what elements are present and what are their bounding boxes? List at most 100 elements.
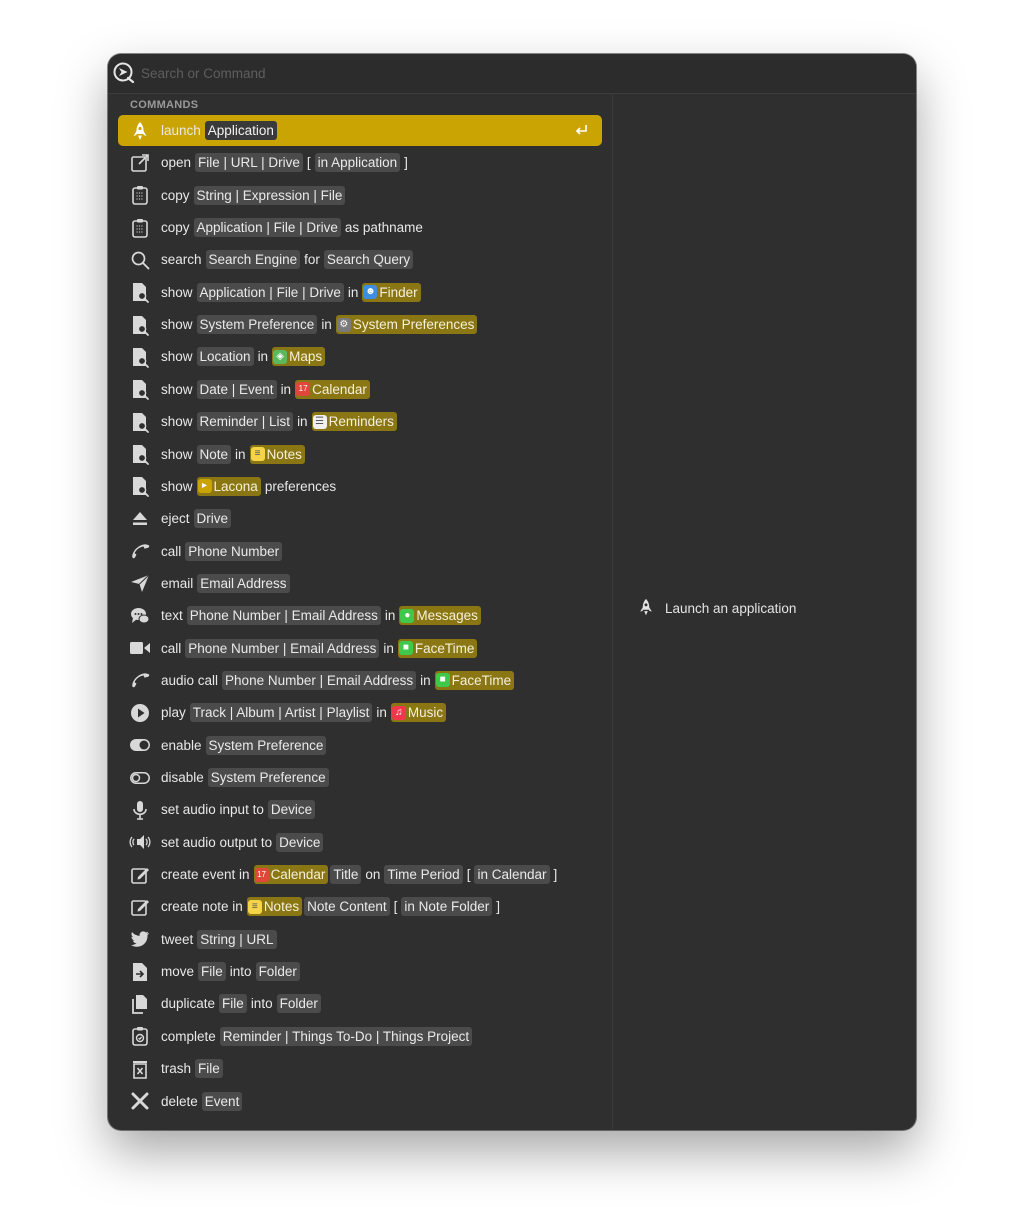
argument-placeholder: File <box>195 1059 223 1079</box>
facetime-icon: ■ <box>398 641 413 656</box>
paper-plane-icon <box>129 573 150 594</box>
command-row[interactable]: disable System Preference <box>118 762 602 793</box>
command-row[interactable]: show Note in ≡ Notes <box>118 439 602 470</box>
video-camera-icon <box>129 638 150 659</box>
command-row[interactable]: email Email Address <box>118 568 602 599</box>
command-row[interactable]: call Phone Number | Email Address in ■ FaceT… <box>118 633 602 664</box>
command-text: move File into Folder <box>158 962 301 982</box>
command-row[interactable]: show Application | File | Drive in ☻ Finder <box>118 277 602 308</box>
section-header: COMMANDS <box>130 99 199 111</box>
command-text: set audio input to Device <box>158 800 316 820</box>
command-keyword: delete <box>161 1093 198 1109</box>
command-row[interactable]: duplicate File into Folder <box>118 988 602 1019</box>
app-chip: ≡ Notes <box>249 444 305 464</box>
command-text: show Date | Event in 17 Calendar <box>158 379 371 399</box>
command-row[interactable]: copy Application | File | Drive as pathnam… <box>118 212 602 243</box>
toggle-on-icon <box>129 735 150 756</box>
command-keyword: in <box>420 672 431 688</box>
app-name: Maps <box>289 349 323 365</box>
command-text: call Phone Number <box>158 541 283 561</box>
notes-icon: ≡ <box>250 447 265 461</box>
command-keyword: in <box>383 640 394 656</box>
command-row[interactable]: play Track | Album | Artist | Playlist in ♫… <box>118 697 602 728</box>
argument-placeholder: Title <box>330 865 362 885</box>
command-keyword: enable <box>161 737 202 753</box>
argument-placeholder: Phone Number | Email Address <box>222 670 417 690</box>
command-row[interactable]: move File into Folder <box>118 956 602 987</box>
command-row[interactable]: complete Reminder | Things To-Do | Things… <box>118 1021 602 1052</box>
command-row[interactable]: audio call Phone Number | Email Address in… <box>118 665 602 696</box>
command-row[interactable]: launch Application <box>118 115 602 146</box>
command-row[interactable]: show ▸ Lacona preferences <box>118 471 602 502</box>
command-text: complete Reminder | Things To-Do | Things… <box>158 1026 473 1046</box>
command-keyword: set audio input to <box>161 802 264 818</box>
argument-placeholder: Folder <box>276 994 321 1014</box>
finder-icon: ☻ <box>363 285 378 300</box>
command-row[interactable]: set audio output to Device <box>118 827 602 858</box>
document-search-icon <box>129 346 150 368</box>
command-text: show Application | File | Drive in ☻ Finder <box>158 282 422 302</box>
command-row[interactable]: call Phone Number <box>118 536 602 567</box>
app-name: Finder <box>379 284 418 300</box>
app-name: Reminders <box>328 414 394 430</box>
command-text: copy Application | File | Drive as pathnam… <box>158 218 426 238</box>
argument-placeholder: File | URL | Drive <box>195 153 303 173</box>
command-row[interactable]: search Search Engine for Search Query <box>118 244 602 275</box>
toggle-off-icon <box>129 767 150 788</box>
command-text: show System Preference in ⚙ System Preferenc… <box>158 315 478 335</box>
command-row[interactable]: show Reminder | List in ☰ Reminders <box>118 406 602 437</box>
command-row[interactable]: create event in 17 Calendar Title on Time Per… <box>118 859 602 890</box>
command-text: trash File <box>158 1059 224 1079</box>
checklist-icon <box>129 1026 150 1047</box>
command-row[interactable]: trash File <box>118 1053 602 1084</box>
argument-placeholder: Application | File | Drive <box>193 218 341 238</box>
command-row[interactable]: eject Drive <box>118 503 602 534</box>
command-row[interactable]: show Location in ◈ Maps <box>118 341 602 372</box>
phone-icon <box>129 670 150 691</box>
argument-placeholder: Phone Number | Email Address <box>186 606 381 626</box>
app-name: Calendar <box>312 381 367 397</box>
command-row[interactable]: open File | URL | Drive[in Application] <box>118 147 602 178</box>
app-chip: ■ FaceTime <box>434 670 515 690</box>
command-row[interactable]: show System Preference in ⚙ System Preferenc… <box>118 309 602 340</box>
command-row[interactable]: show Date | Event in 17 Calendar <box>118 374 602 405</box>
x-mark-icon <box>129 1091 150 1112</box>
commands-list: COMMANDS launch Application open File | URL… <box>108 94 612 1130</box>
app-name: FaceTime <box>414 640 475 656</box>
argument-placeholder: Search Engine <box>205 250 301 270</box>
command-row[interactable]: set audio input to Device <box>118 794 602 825</box>
command-text: tweet String | URL <box>158 929 278 949</box>
command-keyword: launch <box>161 123 201 138</box>
command-row[interactable]: enable System Preference <box>118 730 602 761</box>
command-row[interactable]: copy String | Expression | File <box>118 180 602 211</box>
command-keyword: show <box>161 317 193 333</box>
command-text: search Search Engine for Search Query <box>158 250 414 270</box>
app-name: Lacona <box>213 478 258 494</box>
app-name: FaceTime <box>451 672 512 688</box>
command-keyword: [ <box>393 899 398 915</box>
app-name: Notes <box>266 446 302 462</box>
command-row[interactable]: tweet String | URL <box>118 924 602 955</box>
argument-placeholder: String | URL <box>197 929 277 949</box>
command-text: call Phone Number | Email Address in ■ FaceT… <box>158 638 478 658</box>
argument-placeholder: Reminder | List <box>196 412 294 432</box>
system-preferences-icon: ⚙ <box>336 317 351 332</box>
command-row[interactable]: delete Event <box>118 1086 602 1117</box>
play-circle-icon <box>129 702 150 723</box>
app-chip: ■ FaceTime <box>397 638 478 658</box>
command-keyword: call <box>161 640 182 656</box>
command-row[interactable]: text Phone Number | Email Address in ● Messa… <box>118 600 602 631</box>
command-text: disable System Preference <box>158 768 330 787</box>
command-keyword: move <box>161 964 195 980</box>
command-keyword: complete <box>161 1028 216 1044</box>
argument-placeholder: in Note Folder <box>401 897 493 917</box>
compose-icon <box>129 896 150 917</box>
app-chip: 17 Calendar <box>253 865 329 885</box>
command-row[interactable]: create note in ≡ Notes Note Content[in Note… <box>118 891 602 922</box>
argument-placeholder: Reminder | Things To-Do | Things Project <box>219 1026 473 1046</box>
command-detail: Launch an application <box>637 598 796 618</box>
argument-placeholder: Note <box>196 444 232 464</box>
search-input[interactable] <box>141 63 881 83</box>
command-text: duplicate File into Folder <box>158 994 322 1014</box>
command-keyword: copy <box>161 187 190 203</box>
